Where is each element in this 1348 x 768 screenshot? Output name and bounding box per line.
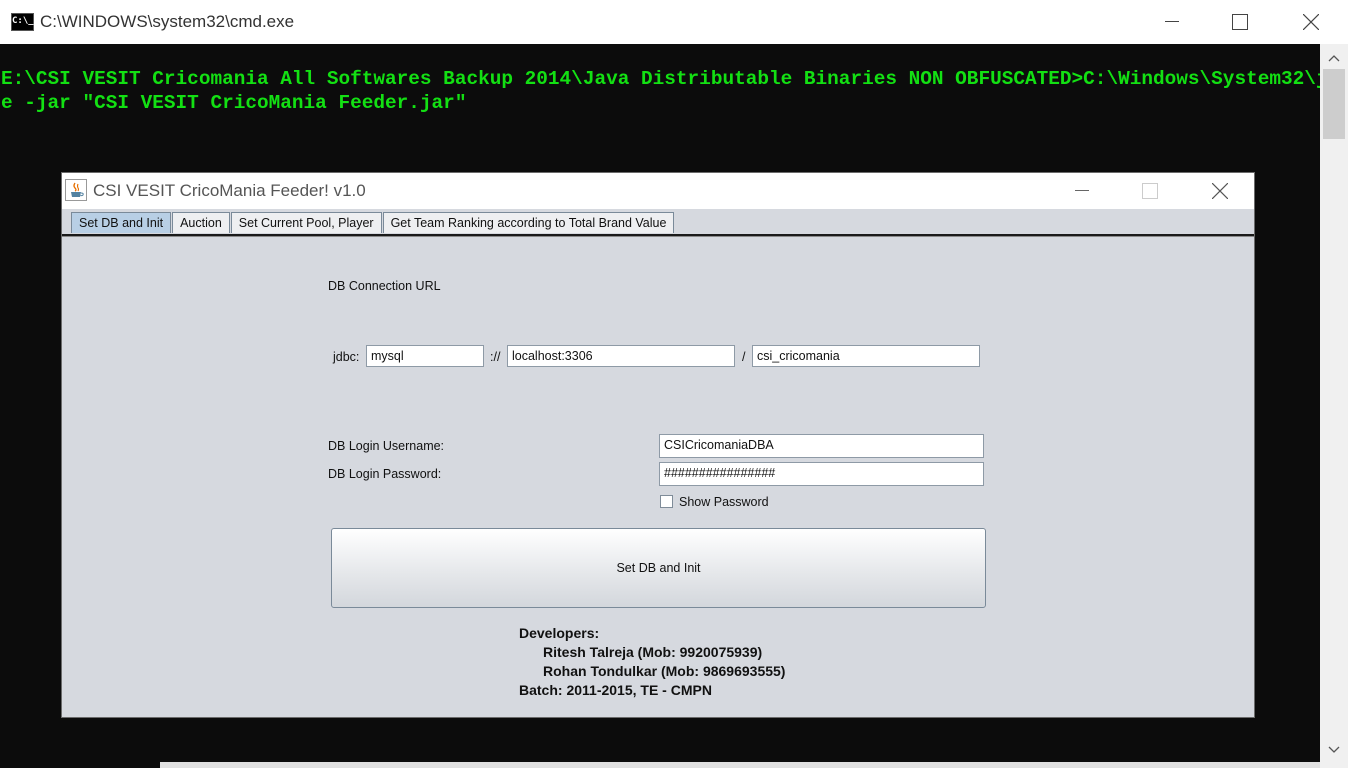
app-minimize-button[interactable]: [1047, 173, 1117, 209]
app-maximize-button[interactable]: [1115, 173, 1185, 209]
username-label: DB Login Username:: [328, 439, 445, 453]
batch-info: Batch: 2011-2015, TE - CMPN: [519, 682, 712, 698]
maximize-icon: [1232, 14, 1248, 30]
tab-team-ranking[interactable]: Get Team Ranking according to Total Bran…: [382, 212, 675, 233]
developer-name: Rohan Tondulkar (Mob: 9869693555): [543, 663, 786, 679]
developers-heading: Developers:: [519, 625, 600, 641]
show-password-checkbox[interactable]: [660, 495, 673, 508]
minimize-icon: [1165, 21, 1179, 22]
cmd-window-title: C:\WINDOWS\system32\cmd.exe: [40, 12, 295, 31]
maximize-icon: [1142, 183, 1158, 199]
cmd-titlebar[interactable]: C:\_ C:\WINDOWS\system32\cmd.exe: [0, 0, 1348, 44]
tab-set-current-pool-player[interactable]: Set Current Pool, Player: [230, 212, 382, 233]
url-separator-slash: /: [742, 350, 746, 364]
set-db-and-init-button[interactable]: Set DB and Init: [331, 528, 986, 608]
cmd-app-icon: C:\_: [11, 13, 34, 31]
background-window-strip: [160, 762, 1320, 768]
password-input[interactable]: ################: [659, 462, 984, 486]
url-separator-scheme: ://: [490, 350, 501, 364]
scroll-down-arrow-icon[interactable]: [1328, 746, 1340, 754]
cmd-vertical-scrollbar[interactable]: [1320, 44, 1348, 768]
java-coffee-cup-icon: [65, 179, 87, 201]
set-db-and-init-button-label: Set DB and Init: [616, 561, 701, 575]
console-line: E:\CSI VESIT Cricomania All Softwares Ba…: [1, 68, 1320, 90]
cmd-minimize-button[interactable]: [1149, 0, 1195, 44]
scrollbar-thumb[interactable]: [1323, 69, 1345, 139]
cmd-maximize-button[interactable]: [1217, 0, 1263, 44]
scroll-up-arrow-icon[interactable]: [1328, 54, 1340, 62]
developer-name: Ritesh Talreja (Mob: 9920075939): [543, 644, 763, 660]
tab-bar: Set DB and Init Auction Set Current Pool…: [71, 212, 675, 234]
app-window-title: CSI VESIT CricoMania Feeder! v1.0: [93, 181, 366, 200]
password-label: DB Login Password:: [328, 467, 442, 481]
close-icon: [1303, 14, 1319, 30]
db-host-input[interactable]: localhost:3306: [507, 345, 735, 367]
tab-auction[interactable]: Auction: [172, 212, 230, 233]
jdbc-driver-input[interactable]: mysql: [366, 345, 484, 367]
tab-set-db-and-init[interactable]: Set DB and Init: [71, 212, 172, 233]
console-line: e -jar "CSI VESIT CricoMania Feeder.jar": [1, 92, 467, 114]
app-titlebar[interactable]: CSI VESIT CricoMania Feeder! v1.0: [62, 173, 1254, 209]
close-icon: [1212, 183, 1228, 199]
db-url-label: DB Connection URL: [328, 279, 441, 293]
db-name-input[interactable]: csi_cricomania: [752, 345, 980, 367]
jdbc-label: jdbc:: [333, 350, 360, 364]
username-input[interactable]: CSICricomaniaDBA: [659, 434, 984, 458]
cmd-close-button[interactable]: [1288, 0, 1334, 44]
app-close-button[interactable]: [1185, 173, 1255, 209]
show-password-label[interactable]: Show Password: [679, 495, 769, 509]
tab-content-border: [62, 234, 1254, 237]
feeder-app-window[interactable]: CSI VESIT CricoMania Feeder! v1.0 Set DB…: [61, 172, 1255, 718]
minimize-icon: [1075, 190, 1089, 191]
